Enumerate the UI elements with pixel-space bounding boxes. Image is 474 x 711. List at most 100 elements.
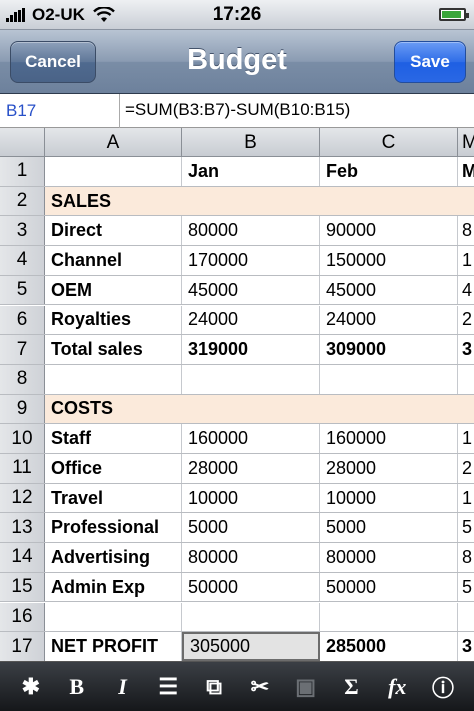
cell-d9[interactable] [458,395,474,424]
cell-c3[interactable]: 90000 [320,216,458,246]
cell-b17[interactable]: 305000 [182,632,320,661]
cell-a11[interactable]: Office [45,454,182,483]
cell-b10[interactable]: 160000 [182,424,320,453]
cell-b11[interactable]: 28000 [182,454,320,483]
cell-b1[interactable]: Jan [182,157,320,186]
cell-d17[interactable]: 3 [458,632,474,661]
cell-a3[interactable]: Direct [45,216,182,246]
cell-b2[interactable] [182,187,320,216]
row-header[interactable]: 11 [0,454,45,483]
cell-c2[interactable] [320,187,458,216]
formula-bar[interactable]: B17 =SUM(B3:B7)-SUM(B10:B15) [0,94,474,128]
row-header[interactable]: 1 [0,157,45,186]
row-header[interactable]: 15 [0,572,45,602]
cell-c7[interactable]: 309000 [320,335,458,364]
column-header-d[interactable]: M [458,128,474,157]
cut-icon[interactable]: ✂ [241,668,279,706]
cell-c8[interactable] [320,364,458,394]
column-header-a[interactable]: A [45,128,182,157]
cell-b3[interactable]: 80000 [182,216,320,246]
info-icon[interactable]: ⓘ [424,668,462,706]
cell-d4[interactable]: 1 [458,246,474,275]
cell-d1[interactable]: M [458,157,474,186]
cell-a1[interactable] [45,157,182,186]
cell-c6[interactable]: 24000 [320,305,458,335]
cell-b15[interactable]: 50000 [182,572,320,602]
corner-cell[interactable] [0,128,45,157]
cell-c14[interactable]: 80000 [320,543,458,572]
cell-c16[interactable] [320,602,458,632]
cell-a8[interactable] [45,364,182,394]
column-header-c[interactable]: C [320,128,458,157]
cell-reference[interactable]: B17 [6,101,36,121]
cell-c12[interactable]: 10000 [320,483,458,513]
spreadsheet-grid[interactable]: A B C M 1 Jan Feb M 2 SALES 3 Direct 80000 90000 8… [0,128,474,661]
sum-icon[interactable]: Σ [332,668,370,706]
cell-b13[interactable]: 5000 [182,513,320,543]
cell-c17[interactable]: 285000 [320,632,458,661]
cell-b4[interactable]: 170000 [182,246,320,275]
cell-d15[interactable]: 5 [458,573,474,602]
row-header[interactable]: 13 [0,513,45,543]
bold-icon[interactable]: B [58,668,96,706]
cell-d7[interactable]: 3 [458,335,474,364]
cell-d14[interactable]: 8 [458,543,474,572]
cell-c1[interactable]: Feb [320,157,458,186]
cell-a14[interactable]: Advertising [45,543,182,572]
paste-icon[interactable]: ▣ [287,668,325,706]
settings-icon[interactable]: ✱ [12,668,50,706]
row-header[interactable]: 10 [0,424,45,453]
row-header[interactable]: 8 [0,364,45,394]
row-header[interactable]: 2 [0,186,45,216]
cell-d3[interactable]: 8 [458,216,474,245]
cell-b7[interactable]: 319000 [182,335,320,364]
cell-a2[interactable]: SALES [45,187,182,216]
cell-d6[interactable]: 2 [458,306,474,335]
cell-b16[interactable] [182,602,320,632]
italic-icon[interactable]: I [103,668,141,706]
cell-a16[interactable] [45,602,182,632]
cell-a17[interactable]: NET PROFIT [45,632,182,661]
cell-d11[interactable]: 2 [458,454,474,483]
cell-c4[interactable]: 150000 [320,246,458,275]
cell-a5[interactable]: OEM [45,275,182,305]
save-button[interactable]: Save [394,41,466,83]
row-header[interactable]: 17 [0,632,45,661]
row-header[interactable]: 6 [0,305,45,335]
row-header[interactable]: 5 [0,275,45,305]
row-header[interactable]: 4 [0,246,45,275]
cell-a6[interactable]: Royalties [45,305,182,335]
column-header-b[interactable]: B [182,128,320,157]
cell-c9[interactable] [320,395,458,424]
cell-d8[interactable] [458,365,474,394]
row-header[interactable]: 3 [0,216,45,246]
function-icon[interactable]: fx [378,668,416,706]
formula-input[interactable]: =SUM(B3:B7)-SUM(B10:B15) [125,100,350,120]
align-icon[interactable]: ☰ [149,668,187,706]
cell-c10[interactable]: 160000 [320,424,458,453]
cell-a12[interactable]: Travel [45,483,182,513]
cell-a9[interactable]: COSTS [45,395,182,424]
row-header[interactable]: 9 [0,394,45,424]
cell-c15[interactable]: 50000 [320,572,458,602]
cell-c11[interactable]: 28000 [320,454,458,483]
cell-c13[interactable]: 5000 [320,513,458,543]
cell-d16[interactable] [458,603,474,632]
cell-d13[interactable]: 5 [458,513,474,542]
cell-d5[interactable]: 4 [458,276,474,305]
row-header[interactable]: 14 [0,543,45,572]
cell-d2[interactable] [458,187,474,216]
copy-icon[interactable]: ⧉ [195,668,233,706]
cell-a15[interactable]: Admin Exp [45,572,182,602]
cell-b12[interactable]: 10000 [182,483,320,513]
cell-d10[interactable]: 1 [458,424,474,453]
cell-d12[interactable]: 1 [458,484,474,513]
cell-a7[interactable]: Total sales [45,335,182,364]
row-header[interactable]: 16 [0,602,45,632]
cell-a13[interactable]: Professional [45,513,182,543]
cell-b8[interactable] [182,364,320,394]
row-header[interactable]: 7 [0,335,45,364]
cell-a10[interactable]: Staff [45,424,182,453]
row-header[interactable]: 12 [0,483,45,513]
cell-c5[interactable]: 45000 [320,275,458,305]
